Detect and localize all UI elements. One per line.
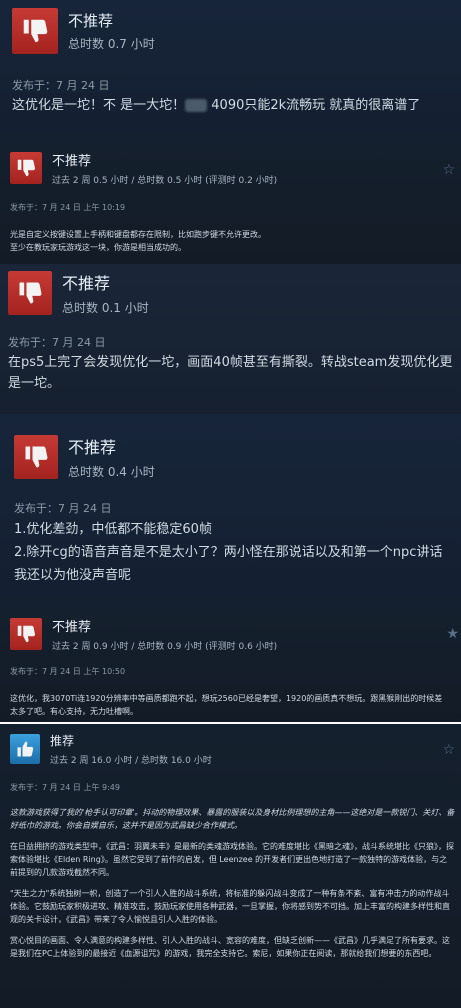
review-verdict: 不推荐 [52,620,92,635]
playtime-hours: 总时数 0.7 小时 [68,37,155,51]
star-icon[interactable]: ☆ [442,162,455,178]
playtime-hours: 过去 2 周 0.5 小时 / 总时数 0.5 小时 (评测时 0.2 小时) [52,176,278,186]
review-header: 推荐 过去 2 周 16.0 小时 / 总时数 16.0 小时 [10,732,212,766]
playtime-hours: 过去 2 周 16.0 小时 / 总时数 16.0 小时 [50,756,212,766]
thumbs-down-icon [8,271,52,315]
review-card: 不推荐 过去 2 周 0.5 小时 / 总时数 0.5 小时 (评测时 0.2 … [0,140,461,264]
thumbs-down-icon [14,435,58,479]
review-verdict: 不推荐 [68,12,114,30]
review-verdict: 推荐 [50,734,75,748]
playtime-hours: 过去 2 周 0.9 小时 / 总时数 0.9 小时 (评测时 0.6 小时) [52,642,278,652]
review-verdict: 不推荐 [68,438,117,457]
review-text: 光是自定义按键设置上手柄和键盘都存在限制，比如跑步键不允许更改。 至少在教玩家玩… [10,230,266,252]
posted-date: 发布于：7 月 24 日 上午 10:50 [10,667,126,676]
review-card: 不推荐 过去 2 周 0.9 小时 / 总时数 0.9 小时 (评测时 0.6 … [0,608,461,722]
thumbs-down-icon [10,618,42,650]
review-text: 在ps5上完了会发现优化一坨，画面40帧甚至有撕裂。转战steam发现优化更是一… [8,355,453,391]
playtime-hours: 总时数 0.1 小时 [62,301,149,315]
redacted-text [185,99,208,112]
star-icon[interactable]: ☆ [442,742,455,758]
review-header: 不推荐 过去 2 周 0.5 小时 / 总时数 0.5 小时 (评测时 0.2 … [10,150,277,186]
review-header: 不推荐 总时数 0.7 小时 [12,8,155,54]
review-header: 不推荐 总时数 0.4 小时 [14,434,155,480]
review-verdict: 不推荐 [62,274,111,293]
review-verdict: 不推荐 [52,154,92,169]
review-paragraph: 赏心悦目的画面、令人满意的构建多样性、引人入胜的战斗、宽容的难度，但缺乏创新——… [10,936,450,958]
posted-date: 发布于：7 月 24 日 上午 10:19 [10,203,126,212]
review-text: 这优化是一坨！不 是一大坨！ 4090只能2k流畅玩 就真的很离谱了 [12,98,421,113]
review-card: 不推荐 总时数 0.1 小时 发布于：7 月 24 日 在ps5上完了会发现优化… [0,264,461,414]
review-card: 不推荐 总时数 0.4 小时 发布于：7 月 24 日 1.优化差劲，中低都不能… [0,414,461,608]
review-header: 不推荐 总时数 0.1 小时 [8,270,149,316]
review-text: 1.优化差劲，中低都不能稳定60帧 2.除开cg的语音声音是不是太小了？两小怪在… [14,522,443,583]
review-paragraph: 这款游戏获得了我的'枪手认可印章'。抖动的物理效果、暴露的服装以及身材比例理想的… [10,808,455,830]
thumbs-down-icon [10,152,42,184]
playtime-hours: 总时数 0.4 小时 [68,465,155,479]
posted-date: 发布于：7 月 24 日 [12,79,110,92]
review-header: 不推荐 过去 2 周 0.9 小时 / 总时数 0.9 小时 (评测时 0.6 … [10,616,277,652]
review-card: 推荐 过去 2 周 16.0 小时 / 总时数 16.0 小时 ☆ 发布于：7 … [0,724,461,1008]
review-text: 这优化，我3070Ti连1920分辨率中等画质都跑不起，想玩2560已经是奢望，… [10,694,443,716]
review-paragraph: "天生之力"系统独树一帜，创造了一个引人入胜的战斗系统，将标准的躲闪战斗变成了一… [10,889,450,924]
review-card: 不推荐 总时数 0.7 小时 发布于：7 月 24 日 这优化是一坨！不 是一大… [0,0,461,140]
thumbs-up-icon [10,734,40,764]
thumbs-down-icon [12,8,58,54]
review-text: 这款游戏获得了我的'枪手认可印章'。抖动的物理效果、暴露的服装以及身材比例理想的… [10,806,455,968]
posted-date: 发布于：7 月 24 日 [14,502,112,515]
posted-date: 发布于：7 月 24 日 [8,336,106,349]
star-icon[interactable]: ★ [446,626,459,642]
posted-date: 发布于：7 月 24 日 上午 9:49 [10,783,120,792]
review-paragraph: 在日益拥挤的游戏类型中，《武昌：羽翼未丰》是最新的类魂游戏体验。它的难度堪比《黑… [10,842,454,877]
